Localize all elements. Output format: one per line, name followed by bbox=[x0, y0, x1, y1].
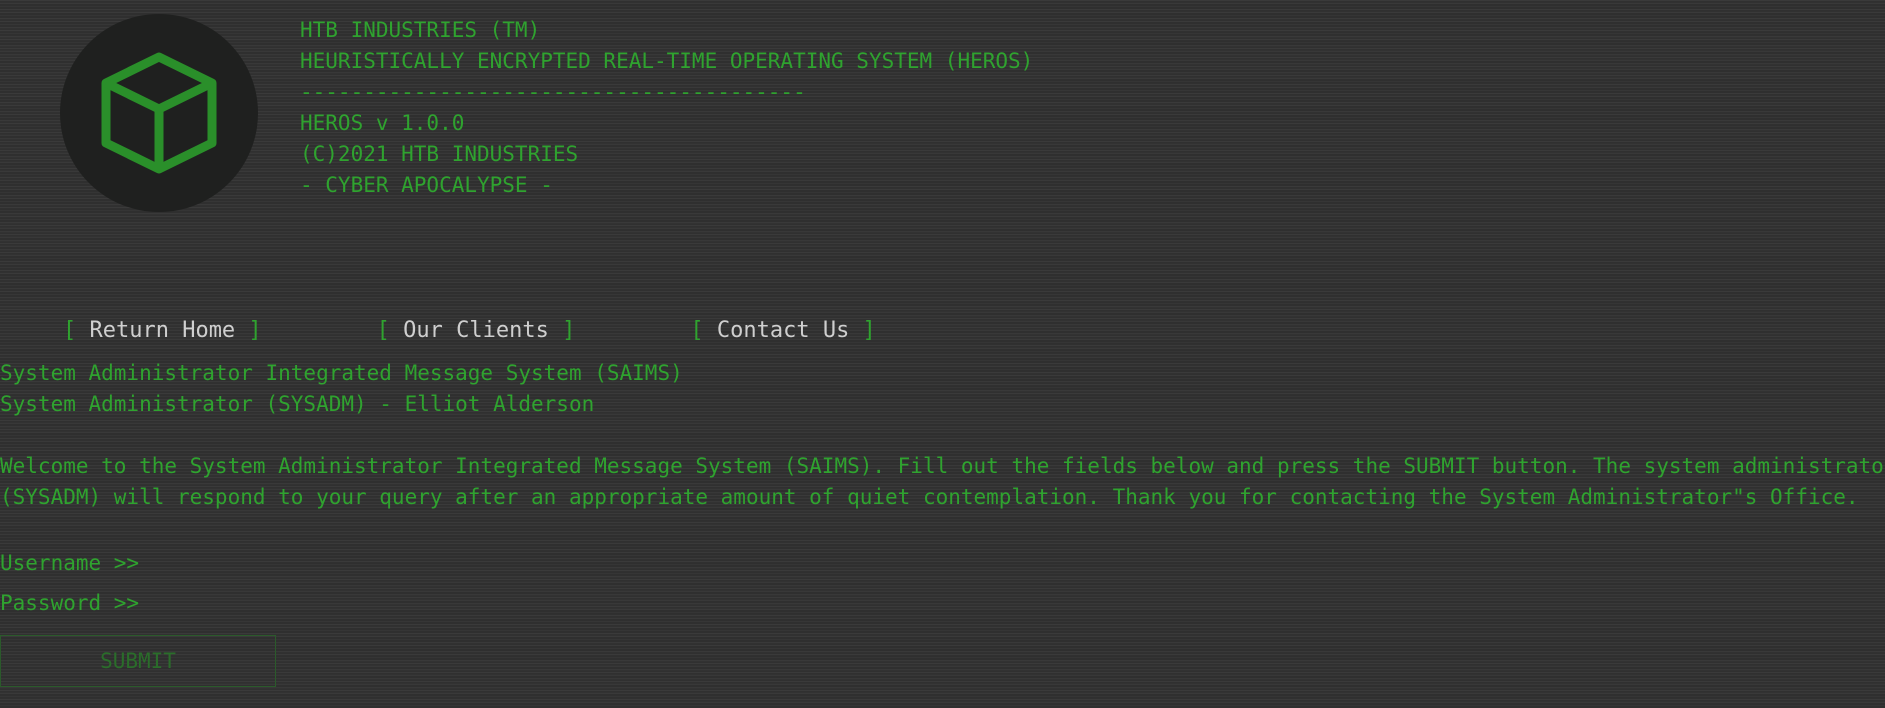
password-label: Password >> bbox=[0, 591, 140, 615]
header-divider: ---------------------------------------- bbox=[300, 80, 806, 104]
welcome-line-2: (SYSADM) will respond to your query afte… bbox=[0, 485, 1859, 509]
bracket-open: [ bbox=[62, 318, 90, 343]
welcome-message: Welcome to the System Administrator Inte… bbox=[0, 451, 1885, 513]
password-row: Password >> bbox=[0, 588, 748, 618]
cube-icon bbox=[101, 52, 217, 174]
bracket-open: [ bbox=[376, 318, 404, 343]
bracket-close: ] bbox=[548, 318, 576, 343]
bracket-close: ] bbox=[849, 318, 876, 343]
system-title: System Administrator Integrated Message … bbox=[0, 361, 683, 385]
submit-button[interactable]: SUBMIT bbox=[0, 635, 276, 687]
os-name: HEURISTICALLY ENCRYPTED REAL-TIME OPERAT… bbox=[300, 49, 1034, 73]
company-name: HTB INDUSTRIES (TM) bbox=[300, 18, 541, 42]
header-block: HTB INDUSTRIES (TM) HEURISTICALLY ENCRYP… bbox=[300, 15, 1033, 201]
nav-label: Contact Us bbox=[716, 318, 850, 343]
logo bbox=[60, 14, 258, 212]
password-input[interactable] bbox=[139, 588, 748, 618]
username-label: Username >> bbox=[0, 551, 140, 575]
username-row: Username >> bbox=[0, 548, 748, 578]
tagline: - CYBER APOCALYPSE - bbox=[300, 173, 553, 197]
bracket-open: [ bbox=[690, 318, 717, 343]
os-version: HEROS v 1.0.0 bbox=[300, 111, 465, 135]
welcome-line-1: Welcome to the System Administrator Inte… bbox=[0, 454, 1885, 478]
nav-label: Return Home bbox=[89, 318, 236, 343]
username-input[interactable] bbox=[139, 548, 748, 578]
copyright: (C)2021 HTB INDUSTRIES bbox=[300, 142, 579, 166]
system-info: System Administrator Integrated Message … bbox=[0, 358, 683, 420]
system-admin: System Administrator (SYSADM) - Elliot A… bbox=[0, 392, 595, 416]
nav-label: Our Clients bbox=[403, 318, 549, 343]
bracket-close: ] bbox=[235, 318, 262, 343]
